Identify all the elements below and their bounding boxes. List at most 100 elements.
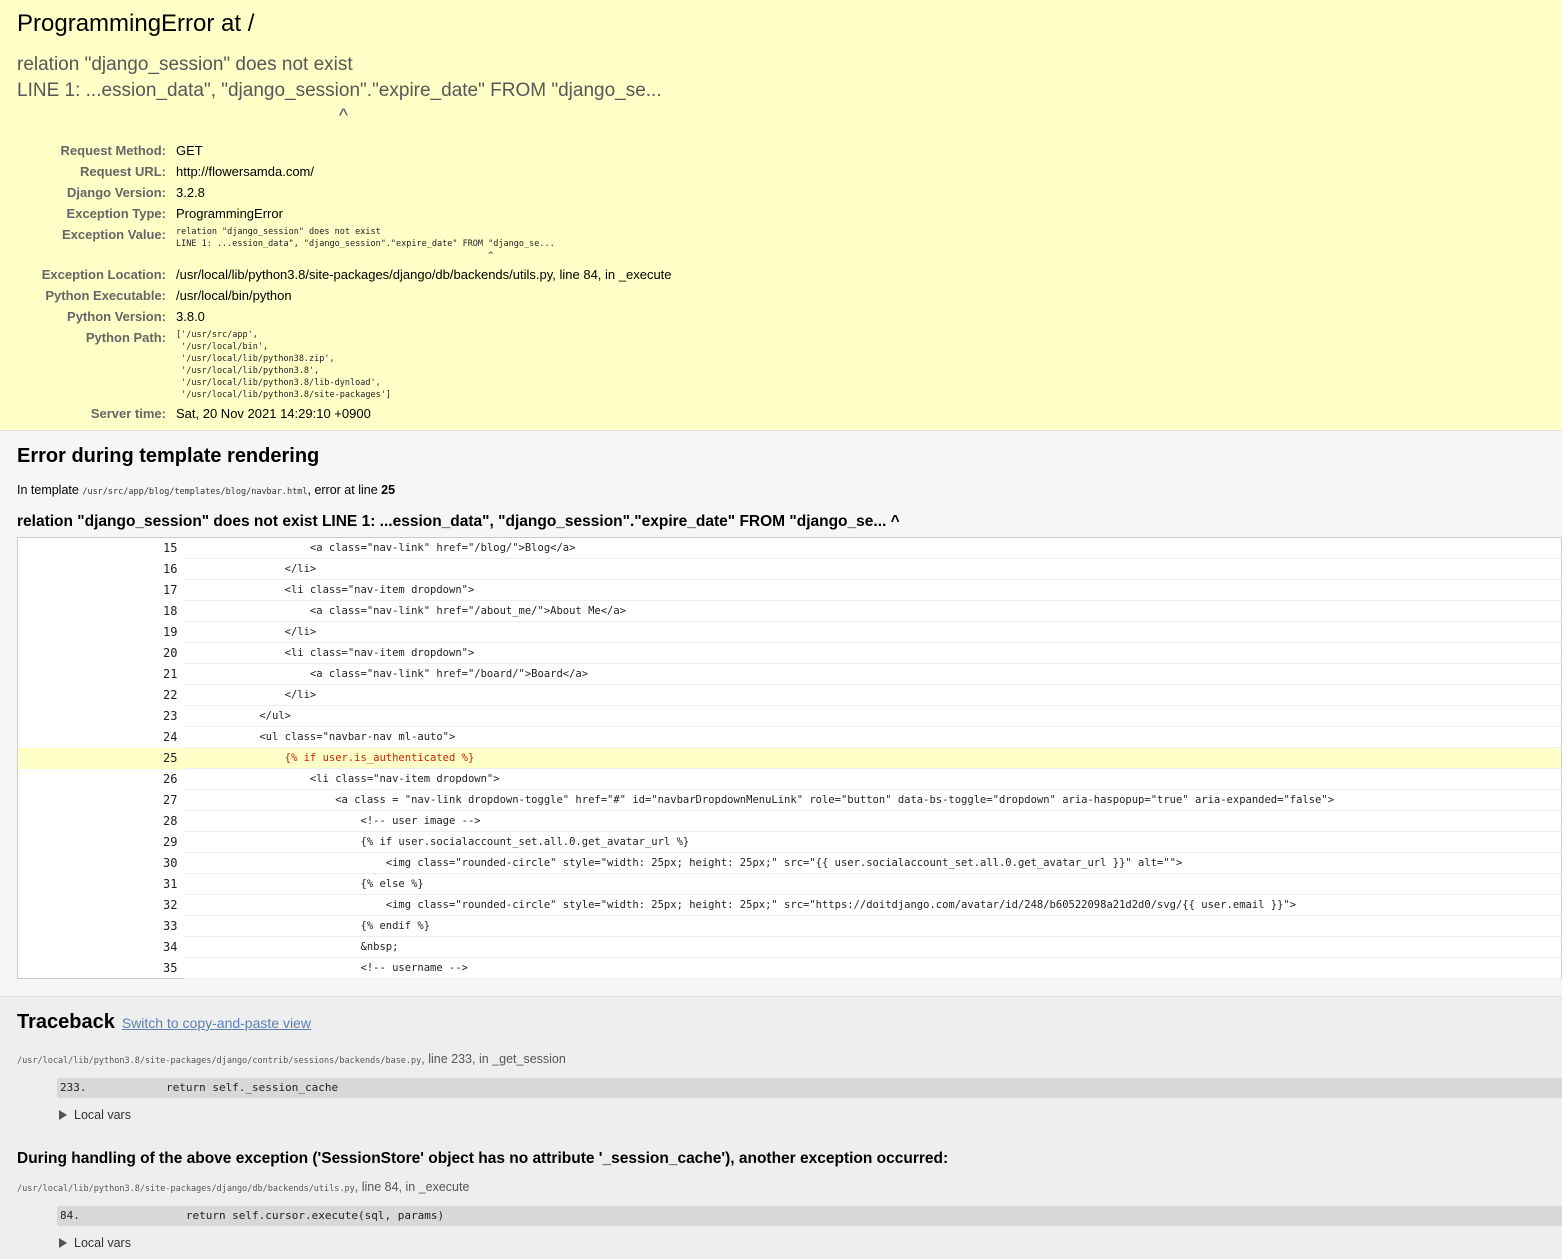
- meta-value: Sat, 20 Nov 2021 14:29:10 +0900: [176, 406, 371, 421]
- meta-row: Python Path: ['/usr/src/app', '/usr/local…: [17, 327, 672, 403]
- exception-value-heading: relation "django_session" does not exist…: [17, 54, 662, 127]
- line-code: <li class="nav-item dropdown">: [183, 768, 1562, 790]
- line-number: 28: [163, 814, 178, 828]
- meta-label: Python Version:: [67, 309, 166, 324]
- meta-label: Request Method:: [60, 143, 166, 158]
- frame-context-line[interactable]: 84. return self.cursor.execute(sql, para…: [57, 1206, 1562, 1226]
- meta-label: Python Executable:: [45, 288, 166, 303]
- line-code: {% else %}: [183, 873, 1562, 895]
- line-code: <a class="nav-link" href="/blog/">Blog</…: [183, 537, 1562, 559]
- frame-filename: /usr/local/lib/python3.8/site-packages/d…: [17, 1056, 422, 1066]
- source-line: 23 </ul>: [18, 705, 1562, 727]
- line-code: </li>: [183, 558, 1562, 580]
- meta-row: Request Method: GET: [17, 140, 672, 161]
- line-number: 34: [163, 940, 178, 954]
- source-line: 20 <li class="nav-item dropdown">: [18, 642, 1562, 664]
- line-code: {% endif %}: [183, 915, 1562, 937]
- source-line: 35 <!-- username -->: [18, 957, 1562, 979]
- summary-panel: ProgrammingError at / relation "django_s…: [0, 0, 1562, 431]
- traceback-heading: Traceback Switch to copy-and-paste view: [17, 1007, 1562, 1038]
- template-source-table: 15 <a class="nav-link" href="/blog/">Blo…: [17, 537, 1562, 979]
- meta-value: 3.8.0: [176, 309, 205, 324]
- source-line: 19 </li>: [18, 621, 1562, 643]
- line-number: 23: [163, 709, 178, 723]
- line-number: 27: [163, 793, 178, 807]
- meta-row: Python Version: 3.8.0: [17, 306, 672, 327]
- line-number: 25: [17, 747, 184, 769]
- meta-value: http://flowersamda.com/: [176, 164, 314, 179]
- line-code: {% if user.socialaccount_set.all.0.get_a…: [183, 831, 1562, 853]
- template-location: In template /usr/src/app/blog/templates/…: [17, 483, 396, 497]
- meta-value: relation "django_session" does not exist…: [176, 224, 672, 264]
- source-line: 21 <a class="nav-link" href="/board/">Bo…: [18, 663, 1562, 685]
- line-code: <a class = "nav-link dropdown-toggle" hr…: [183, 789, 1562, 811]
- frame-context-line[interactable]: 233. return self._session_cache: [57, 1078, 1562, 1098]
- line-number: 22: [163, 688, 178, 702]
- source-line: 24 <ul class="navbar-nav ml-auto">: [18, 726, 1562, 748]
- source-line: 29 {% if user.socialaccount_set.all.0.ge…: [18, 831, 1562, 853]
- line-number: 24: [163, 730, 178, 744]
- meta-value: /usr/local/bin/python: [176, 288, 292, 303]
- meta-value: GET: [176, 143, 203, 158]
- meta-label: Exception Location:: [41, 267, 166, 282]
- meta-row: Python Executable: /usr/local/bin/python: [17, 285, 672, 306]
- meta-value-pre: relation "django_session" does not exist…: [176, 227, 555, 261]
- source-line: 34 &nbsp;: [18, 936, 1562, 958]
- meta-value: /usr/local/lib/python3.8/site-packages/d…: [176, 267, 672, 282]
- line-number: 16: [163, 562, 178, 576]
- line-code: </li>: [183, 684, 1562, 706]
- meta-row: Django Version: 3.2.8: [17, 182, 672, 203]
- meta-value: ['/usr/src/app', '/usr/local/bin', '/usr…: [176, 327, 672, 403]
- line-number: 29: [163, 835, 178, 849]
- source-line: 16 </li>: [18, 558, 1562, 580]
- page-title: ProgrammingError at /: [17, 10, 255, 37]
- line-number: 18: [163, 604, 178, 618]
- line-number: 20: [163, 646, 178, 660]
- meta-value: 3.2.8: [176, 185, 205, 200]
- meta-row: Exception Value: relation "django_session…: [17, 224, 672, 264]
- request-meta-table: Request Method: GET Request URL: http://flo…: [17, 140, 672, 424]
- source-line: 27 <a class = "nav-link dropdown-toggle"…: [18, 789, 1562, 811]
- line-code: <li class="nav-item dropdown">: [183, 579, 1562, 601]
- source-line: 28 <!-- user image -->: [18, 810, 1562, 832]
- switch-copy-paste-link[interactable]: Switch to copy-and-paste view: [122, 1008, 311, 1038]
- line-code: {% if user.is_authenticated %}: [183, 747, 1562, 769]
- line-number: 26: [163, 772, 178, 786]
- source-line: 15 <a class="nav-link" href="/blog/">Blo…: [18, 537, 1562, 559]
- source-line: 30 <img class="rounded-circle" style="wi…: [18, 852, 1562, 874]
- meta-value-pre: ['/usr/src/app', '/usr/local/bin', '/usr…: [176, 330, 391, 400]
- meta-label: Python Path:: [85, 330, 166, 345]
- frame-file: /usr/local/lib/python3.8/site-packages/d…: [17, 1052, 566, 1066]
- meta-row: Exception Type: ProgrammingError: [17, 203, 672, 224]
- line-code: <img class="rounded-circle" style="width…: [183, 894, 1562, 916]
- line-code: <a class="nav-link" href="/board/">Board…: [183, 663, 1562, 685]
- source-line: 17 <li class="nav-item dropdown">: [18, 579, 1562, 601]
- template-error-heading: Error during template rendering: [17, 445, 320, 467]
- frame-filename: /usr/local/lib/python3.8/site-packages/d…: [17, 1184, 355, 1194]
- source-line: 31 {% else %}: [18, 873, 1562, 895]
- local-vars-toggle[interactable]: Local vars: [59, 1108, 1562, 1122]
- line-number: 31: [163, 877, 178, 891]
- line-code: </li>: [183, 621, 1562, 643]
- line-code: <li class="nav-item dropdown">: [183, 642, 1562, 664]
- source-line: 25 {% if user.is_authenticated %}: [17, 747, 1562, 769]
- local-vars-toggle[interactable]: Local vars: [59, 1236, 1562, 1250]
- meta-row: Exception Location: /usr/local/lib/python…: [17, 264, 672, 285]
- template-error-message: relation "django_session" does not exist…: [17, 513, 900, 530]
- line-number: 17: [163, 583, 178, 597]
- line-code: <!-- username -->: [183, 957, 1562, 979]
- line-number: 19: [163, 625, 178, 639]
- meta-label: Django Version:: [67, 185, 166, 200]
- line-number: 35: [163, 960, 178, 975]
- template-error-section: Error during template rendering In templ…: [0, 431, 1562, 997]
- line-number: 30: [163, 856, 178, 870]
- line-code: <!-- user image -->: [183, 810, 1562, 832]
- source-line: 22 </li>: [18, 684, 1562, 706]
- chained-exception-message: During handling of the above exception (…: [17, 1150, 949, 1167]
- triangle-right-icon: [59, 1238, 67, 1248]
- meta-label: Exception Value:: [61, 227, 166, 242]
- line-number: 32: [163, 898, 178, 912]
- meta-row: Server time: Sat, 20 Nov 2021 14:29:10 +0…: [17, 403, 672, 424]
- line-number: 21: [163, 667, 178, 681]
- source-line: 32 <img class="rounded-circle" style="wi…: [18, 894, 1562, 916]
